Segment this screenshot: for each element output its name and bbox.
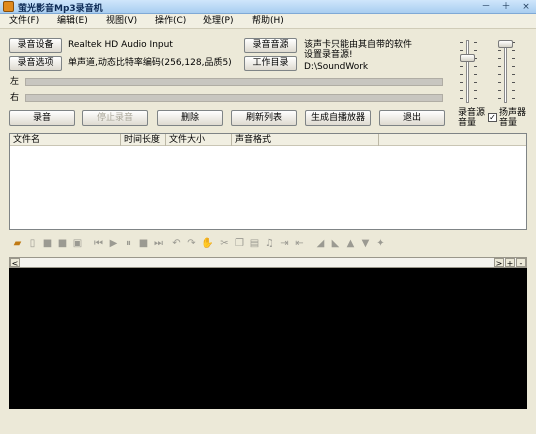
file-list[interactable]: 文件名 时间长度 文件大小 声音格式: [9, 133, 527, 230]
fade-in-icon[interactable]: ◢: [315, 238, 326, 249]
menu-edit[interactable]: 编辑(E): [57, 16, 88, 27]
column-filename[interactable]: 文件名: [10, 134, 121, 146]
record-device-value: Realtek HD Audio Input: [68, 40, 173, 50]
work-dir-value: D:\SoundWork: [304, 62, 369, 72]
trim-icon[interactable]: ⇥: [279, 238, 290, 249]
open-icon[interactable]: ▰: [12, 238, 23, 249]
insert-icon[interactable]: ⇤: [294, 238, 305, 249]
volume-up-icon[interactable]: ▲: [345, 238, 356, 249]
save-as-icon[interactable]: ■: [57, 238, 68, 249]
skip-start-icon[interactable]: ⏮: [93, 238, 104, 249]
stop-icon[interactable]: ■: [138, 238, 149, 249]
title-bar: 萤光影音Mp3录音机 － ＋ ×: [0, 0, 536, 14]
exit-button[interactable]: 退出: [379, 110, 445, 126]
record-source-button[interactable]: 录音音源: [244, 38, 297, 53]
undo-icon[interactable]: ↶: [171, 238, 182, 249]
save-icon[interactable]: ■: [42, 238, 53, 249]
scroll-right-button[interactable]: >: [494, 258, 504, 268]
close-button[interactable]: ×: [518, 1, 534, 13]
menu-help[interactable]: 帮助(H): [252, 16, 284, 27]
zoom-out-button[interactable]: -: [516, 258, 526, 268]
volume-down-icon[interactable]: ▼: [360, 238, 371, 249]
new-icon[interactable]: ▯: [27, 238, 38, 249]
zoom-in-button[interactable]: +: [505, 258, 515, 268]
work-dir-button[interactable]: 工作目录: [244, 56, 297, 71]
stop-record-button[interactable]: 停止录音: [82, 110, 148, 126]
cut-icon[interactable]: ✂: [219, 238, 230, 249]
menu-file[interactable]: 文件(F): [9, 16, 39, 27]
refresh-list-button[interactable]: 刷新列表: [231, 110, 297, 126]
speaker-volume-label: 扬声器音量: [499, 108, 527, 128]
level-meter-right: [25, 94, 443, 102]
menu-operate[interactable]: 操作(C): [155, 16, 186, 27]
play-icon[interactable]: ▶: [108, 238, 119, 249]
mix-icon[interactable]: ♫: [264, 238, 275, 249]
record-source-volume-thumb[interactable]: [460, 54, 475, 62]
menu-bar: 文件(F) 编辑(E) 视图(V) 操作(C) 处理(P) 帮助(H): [0, 14, 536, 29]
file-list-header: 文件名 时间长度 文件大小 声音格式: [10, 134, 526, 146]
speaker-enable-checkbox[interactable]: ✓: [488, 113, 497, 122]
level-meter-left: [25, 78, 443, 86]
record-options-button[interactable]: 录音选项: [9, 56, 62, 71]
delete-button[interactable]: 删除: [157, 110, 223, 126]
level-right-label: 右: [10, 93, 20, 103]
export-icon[interactable]: ▣: [72, 238, 83, 249]
scroll-left-button[interactable]: <: [10, 258, 20, 268]
column-duration[interactable]: 时间长度: [121, 134, 166, 146]
waveform-scrollbar[interactable]: < > + -: [9, 257, 527, 268]
app-icon: [3, 1, 14, 12]
minimize-button[interactable]: －: [478, 1, 494, 13]
speaker-volume-thumb[interactable]: [498, 40, 513, 48]
paste-icon[interactable]: ▤: [249, 238, 260, 249]
maximize-button[interactable]: ＋: [498, 1, 514, 13]
hand-icon[interactable]: ✋: [201, 238, 213, 249]
status-bar: [0, 414, 536, 434]
column-format[interactable]: 声音格式: [232, 134, 379, 146]
record-button[interactable]: 录音: [9, 110, 75, 126]
edit-toolbar: ▰ ▯ ■ ■ ▣ ⏮ ▶ ⏸ ■ ⏭ ↶ ↷ ✋ ✂ ❐ ▤ ♫ ⇥ ⇤ ◢ …: [9, 236, 527, 253]
record-device-button[interactable]: 录音设备: [9, 38, 62, 53]
record-source-note: 该声卡只能由其自带的软件设置录音源!: [304, 40, 413, 60]
level-left-label: 左: [10, 77, 20, 87]
fade-out-icon[interactable]: ◣: [330, 238, 341, 249]
column-filesize[interactable]: 文件大小: [166, 134, 232, 146]
window-title: 萤光影音Mp3录音机: [18, 4, 103, 14]
waveform-display[interactable]: [9, 268, 527, 409]
skip-end-icon[interactable]: ⏭: [153, 238, 164, 249]
redo-icon[interactable]: ↷: [186, 238, 197, 249]
generate-autoplay-button[interactable]: 生成自播放器: [305, 110, 371, 126]
menu-process[interactable]: 处理(P): [203, 16, 233, 27]
menu-view[interactable]: 视图(V): [106, 16, 137, 27]
effect-icon[interactable]: ✦: [375, 238, 386, 249]
copy-icon[interactable]: ❐: [234, 238, 245, 249]
pause-icon[interactable]: ⏸: [123, 238, 134, 249]
record-options-value: 单声道,动态比特率编码(256,128,品质5): [68, 58, 232, 68]
record-source-volume-label: 录音源音量: [458, 108, 486, 128]
